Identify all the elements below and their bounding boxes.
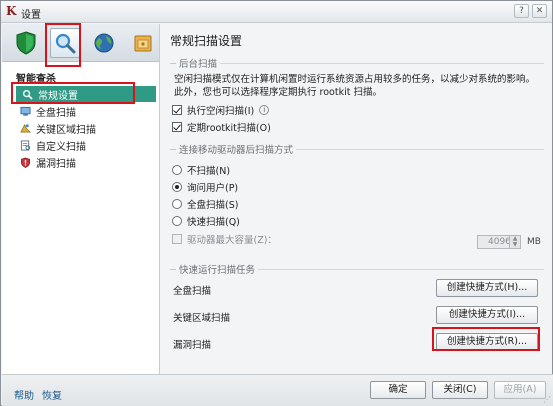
help-button[interactable]: ? (514, 4, 529, 18)
idle-scan-option[interactable]: 执行空闲扫描(I) i (172, 103, 270, 117)
left-panel: 智能查杀 常规设置 全盘扫描 关键区域扫描 自定义扫描 漏洞扫描 (2, 24, 160, 374)
main-panel: 常规扫描设置 后台扫描 空闲扫描模式仅在计算机闲置时运行系统资源占用较多的任务，… (161, 24, 553, 374)
sidebar-item-label: 常规设置 (38, 90, 78, 102)
protection-tab[interactable] (11, 28, 41, 58)
radio-button[interactable] (172, 165, 182, 175)
title-bar: K 设置 ? ✕ (1, 1, 552, 23)
spinner-arrows[interactable]: ▲ ▼ (509, 235, 521, 249)
idle-scan-checkbox[interactable] (172, 105, 182, 115)
sidebar-item-label: 关键区域扫描 (36, 124, 96, 136)
rootkit-scan-label: 定期rootkit扫描(O) (187, 123, 271, 134)
task-label-vulnerability-scan: 漏洞扫描 (173, 340, 212, 351)
radio-button[interactable] (172, 182, 182, 192)
max-drive-size-label: 驱动器最大容量(Z)： (187, 235, 277, 246)
safe-tab[interactable] (128, 28, 158, 58)
close-button[interactable]: 关闭(C) (432, 381, 488, 399)
help-link[interactable]: 帮助 (14, 387, 34, 402)
sidebar-item-full-scan[interactable]: 全盘扫描 (14, 103, 159, 119)
radio-button[interactable] (172, 216, 182, 226)
sidebar-item-vulnerability-scan[interactable]: 漏洞扫描 (14, 154, 159, 170)
vulnerability-icon (21, 157, 30, 168)
group-header-background-scan: 后台扫描 (170, 57, 544, 70)
create-shortcut-vulnerability-button[interactable]: 创建快捷方式(R)... (436, 333, 538, 351)
window-title: 设置 (21, 10, 41, 21)
task-label-key-area-scan: 关键区域扫描 (173, 313, 231, 324)
radio-full-scan[interactable]: 全盘扫描(S) (172, 197, 238, 211)
restore-link[interactable]: 恢复 (42, 387, 62, 402)
create-shortcut-full-scan-button[interactable]: 创建快捷方式(H)... (436, 279, 538, 297)
apply-button[interactable]: 应用(A) (494, 381, 546, 399)
magnifier-icon (22, 89, 33, 100)
size-unit: MB (527, 237, 541, 247)
sidebar-item-label: 漏洞扫描 (36, 158, 76, 170)
idle-scan-label: 执行空闲扫描(I) (187, 106, 255, 117)
category-toolbar (2, 24, 159, 62)
sidebar-item-custom-scan[interactable]: 自定义扫描 (14, 137, 159, 153)
web-tab[interactable] (89, 28, 119, 58)
page-title: 常规扫描设置 (170, 34, 243, 48)
computer-icon (20, 106, 31, 116)
radio-quick-scan[interactable]: 快速扫描(Q) (172, 214, 240, 228)
footer-bar: 帮助 恢复 确定 关闭(C) 应用(A) ⋰ (2, 374, 553, 406)
kaspersky-logo-icon: K (6, 4, 17, 18)
safe-icon (134, 35, 152, 52)
sidebar-item-label: 自定义扫描 (36, 141, 86, 153)
sidebar-item-key-area-scan[interactable]: 关键区域扫描 (14, 120, 159, 136)
scan-tab[interactable] (50, 28, 80, 58)
sidebar-item-label: 全盘扫描 (36, 107, 76, 119)
info-icon[interactable]: i (259, 105, 270, 115)
rootkit-scan-checkbox[interactable] (172, 122, 182, 132)
create-shortcut-key-area-button[interactable]: 创建快捷方式(I)... (436, 306, 538, 324)
max-drive-size-checkbox[interactable] (172, 234, 182, 244)
background-scan-description: 空闲扫描模式仅在计算机闲置时运行系统资源占用较多的任务，以减少对系统的影响。此外… (174, 74, 536, 98)
task-label-full-scan: 全盘扫描 (173, 286, 212, 297)
resize-grip-icon[interactable]: ⋰ (543, 395, 551, 404)
radio-button[interactable] (172, 199, 182, 209)
sidebar-item-general-settings[interactable]: 常规设置 (16, 86, 156, 102)
settings-window: K 设置 ? ✕ 智能查杀 常规设置 全盘扫描 关键区域扫描 自定义扫描 漏洞扫… (0, 0, 553, 406)
sidebar-section-title: 智能查杀 (16, 74, 56, 85)
globe-icon (94, 33, 114, 53)
key-area-icon (20, 123, 31, 133)
close-window-button[interactable]: ✕ (532, 4, 547, 18)
max-drive-size-option[interactable]: 驱动器最大容量(Z)： (172, 232, 277, 246)
group-header-removable-drive: 连接移动驱动器后扫描方式 (170, 143, 544, 156)
custom-scan-icon (20, 139, 31, 151)
magnifier-icon (55, 33, 76, 54)
group-header-quick-run: 快速运行扫描任务 (170, 263, 544, 276)
rootkit-scan-option[interactable]: 定期rootkit扫描(O) (172, 120, 271, 134)
shield-icon (16, 31, 36, 55)
ok-button[interactable]: 确定 (370, 381, 426, 399)
radio-ask-user[interactable]: 询问用户(P) (172, 180, 238, 194)
radio-no-scan[interactable]: 不扫描(N) (172, 163, 230, 177)
